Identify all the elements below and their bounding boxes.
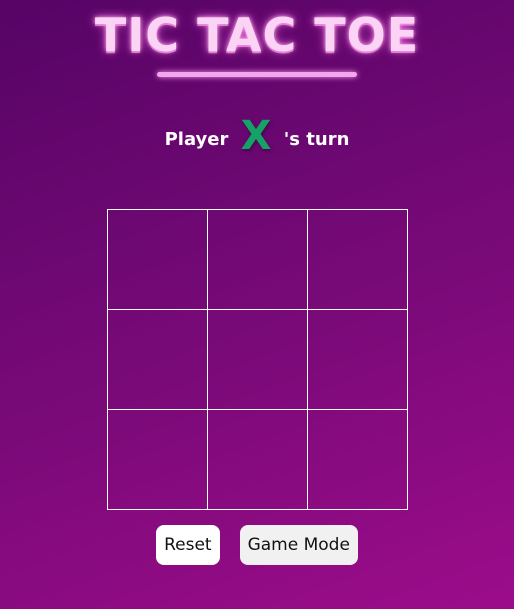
title-underline <box>157 72 357 77</box>
turn-suffix: 's turn <box>283 129 350 150</box>
reset-button[interactable]: Reset <box>156 525 220 565</box>
turn-prefix: Player <box>164 129 229 150</box>
board-cell-7[interactable] <box>107 409 208 510</box>
board-cell-2[interactable] <box>207 209 308 310</box>
current-player-mark: X <box>240 113 272 159</box>
turn-indicator: Player X 's turn <box>0 112 514 168</box>
board-cell-6[interactable] <box>307 309 408 410</box>
board-cell-3[interactable] <box>307 209 408 310</box>
game-mode-button[interactable]: Game Mode <box>239 525 358 565</box>
board-cell-5[interactable] <box>207 309 308 410</box>
game-board <box>107 209 408 510</box>
board-cell-8[interactable] <box>207 409 308 510</box>
game-title: TIC TAC TOE <box>94 8 420 62</box>
board-cell-1[interactable] <box>107 209 208 310</box>
control-buttons: Reset Game Mode <box>0 525 514 565</box>
board-cell-4[interactable] <box>107 309 208 410</box>
board-cell-9[interactable] <box>307 409 408 510</box>
